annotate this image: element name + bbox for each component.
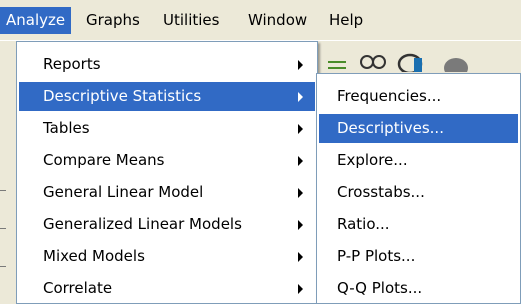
- menu-graphs[interactable]: Graphs: [80, 7, 146, 34]
- toolbar-chart-icon[interactable]: [396, 44, 432, 72]
- submenu-item-qq-plots[interactable]: Q-Q Plots...: [319, 274, 518, 303]
- submenu-item-label: P-P Plots...: [337, 247, 416, 265]
- menu-help[interactable]: Help: [323, 7, 369, 34]
- submenu-item-label: Q-Q Plots...: [337, 279, 423, 297]
- menu-item-label: Compare Means: [43, 151, 165, 169]
- menu-item-label: Descriptive Statistics: [43, 87, 202, 105]
- submenu-arrow-icon: [298, 284, 303, 294]
- submenu-item-descriptives[interactable]: Descriptives...: [319, 114, 518, 143]
- menu-item-label: Generalized Linear Models: [43, 215, 242, 233]
- menu-item-tables[interactable]: Tables: [19, 114, 315, 143]
- menu-utilities[interactable]: Utilities: [157, 7, 225, 34]
- submenu-arrow-icon: [298, 156, 303, 166]
- menu-item-label: Reports: [43, 55, 101, 73]
- submenu-item-label: Crosstabs...: [337, 183, 425, 201]
- menu-analyze[interactable]: Analyze: [0, 7, 72, 34]
- menu-window[interactable]: Window: [242, 7, 313, 34]
- submenu-item-ratio[interactable]: Ratio...: [319, 210, 518, 239]
- submenu-item-label: Ratio...: [337, 215, 390, 233]
- submenu-arrow-icon: [298, 188, 303, 198]
- menu-item-correlate[interactable]: Correlate: [19, 274, 315, 303]
- toolbar-binoculars-icon[interactable]: [357, 44, 389, 72]
- submenu-item-pp-plots[interactable]: P-P Plots...: [319, 242, 518, 271]
- toolbar-circle-icon[interactable]: [440, 44, 476, 72]
- submenu-item-frequencies[interactable]: Frequencies...: [319, 82, 518, 111]
- submenu-item-label: Descriptives...: [337, 119, 444, 137]
- submenu-arrow-icon: [298, 92, 303, 102]
- submenu-arrow-icon: [298, 124, 303, 134]
- menu-item-general-linear-model[interactable]: General Linear Model: [19, 178, 315, 207]
- submenu-item-label: Explore...: [337, 151, 408, 169]
- submenu-arrow-icon: [298, 252, 303, 262]
- analyze-menu: Reports Descriptive Statistics Tables Co…: [16, 41, 318, 304]
- menu-item-label: Mixed Models: [43, 247, 145, 265]
- window-ruler: [0, 190, 6, 304]
- submenu-arrow-icon: [298, 220, 303, 230]
- menu-item-generalized-linear-models[interactable]: Generalized Linear Models: [19, 210, 315, 239]
- submenu-arrow-icon: [298, 60, 303, 70]
- menu-item-label: General Linear Model: [43, 183, 204, 201]
- submenu-item-label: Frequencies...: [337, 87, 442, 105]
- descriptive-statistics-submenu: Frequencies... Descriptives... Explore..…: [316, 73, 521, 304]
- menu-bar: Analyze Graphs Utilities Window Help: [0, 0, 521, 41]
- submenu-item-crosstabs[interactable]: Crosstabs...: [319, 178, 518, 207]
- menu-item-mixed-models[interactable]: Mixed Models: [19, 242, 315, 271]
- menu-item-label: Correlate: [43, 279, 113, 297]
- menu-item-descriptive-statistics[interactable]: Descriptive Statistics: [19, 82, 315, 111]
- menu-item-compare-means[interactable]: Compare Means: [19, 146, 315, 175]
- menu-item-label: Tables: [43, 119, 90, 137]
- submenu-item-explore[interactable]: Explore...: [319, 146, 518, 175]
- toolbar-grid-icon[interactable]: [326, 44, 350, 72]
- menu-item-reports[interactable]: Reports: [19, 50, 315, 79]
